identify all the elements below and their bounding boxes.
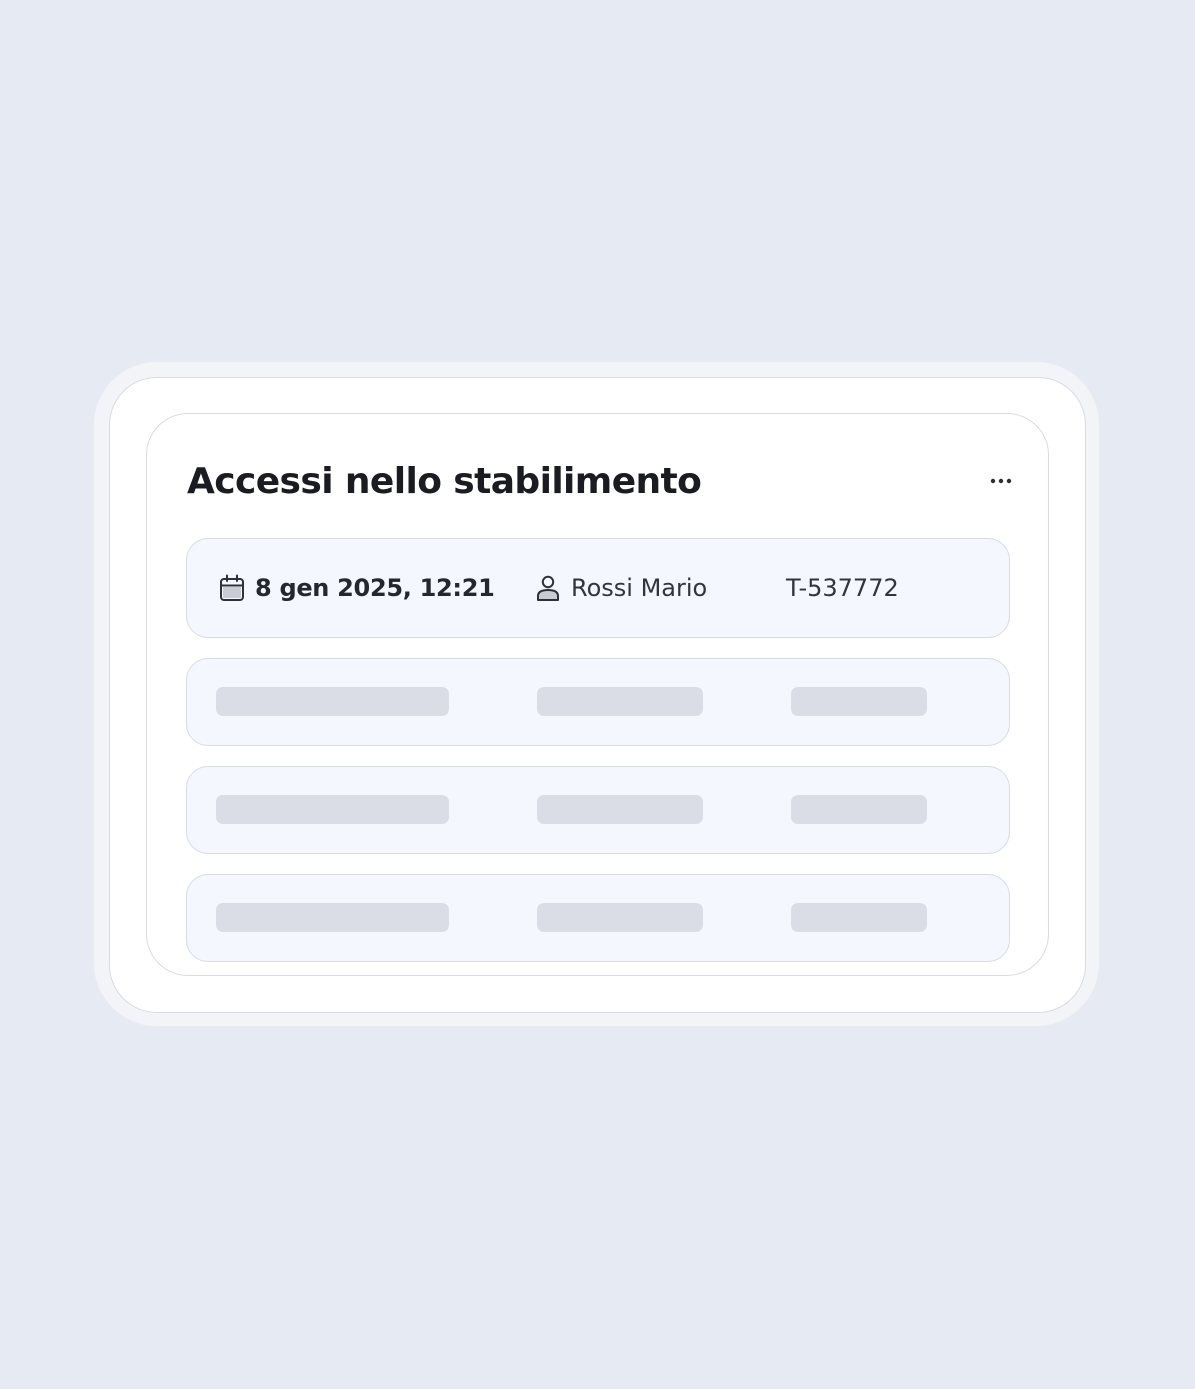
skeleton-badge: [791, 795, 927, 824]
entry-badge-id: T-537772: [786, 574, 899, 602]
card-title: Accessi nello stabilimento: [187, 461, 702, 502]
user-icon: [535, 574, 561, 602]
loading-row: [186, 874, 1010, 962]
calendar-icon: [219, 574, 245, 602]
entry-badge-cell: T-537772: [786, 539, 899, 637]
skeleton-person: [537, 903, 703, 932]
skeleton-person: [537, 795, 703, 824]
entry-datetime: 8 gen 2025, 12:21: [255, 574, 495, 602]
skeleton-badge: [791, 903, 927, 932]
skeleton-datetime: [216, 795, 449, 824]
loading-row: [186, 766, 1010, 854]
access-entry-row[interactable]: 8 gen 2025, 12:21 Rossi Mario T-537772: [186, 538, 1010, 638]
entry-person-name: Rossi Mario: [571, 574, 708, 602]
more-options-button[interactable]: [986, 468, 1016, 494]
skeleton-person: [537, 687, 703, 716]
more-horizontal-icon: [990, 478, 1012, 484]
entry-datetime-cell: 8 gen 2025, 12:21: [219, 539, 495, 637]
skeleton-datetime: [216, 687, 449, 716]
entry-person-cell: Rossi Mario: [535, 539, 707, 637]
loading-row: [186, 658, 1010, 746]
skeleton-datetime: [216, 903, 449, 932]
skeleton-badge: [791, 687, 927, 716]
access-card: Accessi nello stabilimento 8 gen 2025, 1…: [146, 413, 1049, 976]
